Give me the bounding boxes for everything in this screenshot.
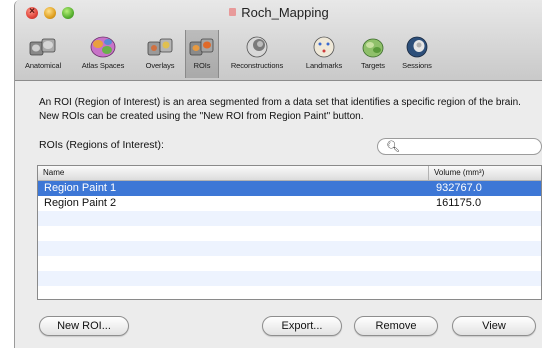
column-divider (428, 166, 429, 180)
empty-row (38, 211, 541, 226)
document-icon (229, 8, 237, 16)
table-header: Name Volume (mm³) (38, 166, 541, 181)
column-header-volume[interactable]: Volume (mm³) (434, 168, 484, 177)
tab-label: Overlays (145, 61, 175, 70)
roi-table[interactable]: Name Volume (mm³) Region Paint 1 932767.… (37, 165, 542, 300)
tab-overlays[interactable]: Overlays (137, 30, 183, 78)
column-header-name[interactable]: Name (43, 168, 64, 177)
rois-list-label: ROIs (Regions of Interest): (39, 139, 164, 151)
tab-targets[interactable]: Targets (353, 30, 393, 78)
export-button[interactable]: Export... (262, 316, 342, 336)
tab-label: Targets (361, 61, 385, 70)
table-row[interactable]: Region Paint 1 932767.0 (38, 181, 541, 196)
empty-row (38, 271, 541, 286)
tab-sessions[interactable]: Sessions (395, 30, 439, 78)
tab-rois[interactable]: ROIs (185, 30, 219, 78)
tab-landmarks[interactable]: Landmarks (297, 30, 351, 78)
tab-anatomical[interactable]: Anatomical (17, 30, 69, 78)
head-reconstruction-icon (246, 36, 268, 58)
view-button[interactable]: View (452, 316, 536, 336)
sessions-icon (406, 36, 428, 58)
toolbar: × Roch_Mapping Anatomical Atlas Spaces O… (15, 0, 542, 81)
tab-reconstructions[interactable]: Reconstructions (221, 30, 293, 78)
empty-row (38, 286, 541, 299)
empty-row (38, 241, 541, 256)
window-title-text: Roch_Mapping (241, 5, 329, 20)
search-icon: 🔍︎ (386, 141, 400, 153)
search-field[interactable]: 🔍︎ (377, 138, 542, 155)
targets-icon (362, 38, 384, 58)
tab-label: Anatomical (24, 61, 62, 70)
roi-name-cell: Region Paint 2 (44, 197, 117, 209)
remove-button[interactable]: Remove (354, 316, 438, 336)
tab-label: ROIs (193, 61, 211, 70)
roi-name-cell: Region Paint 1 (44, 182, 117, 194)
roi-icon (189, 38, 214, 56)
roi-volume-cell: 161175.0 (436, 197, 482, 209)
brain-slices-icon (29, 38, 56, 56)
window-title: Roch_Mapping (15, 5, 542, 20)
tab-label: Reconstructions (230, 61, 284, 70)
empty-row (38, 256, 541, 271)
overlays-icon (147, 38, 173, 56)
empty-row (38, 226, 541, 241)
rois-description: An ROI (Region of Interest) is an area s… (39, 97, 521, 122)
app-window: × Roch_Mapping Anatomical Atlas Spaces O… (14, 0, 542, 348)
tab-atlas-spaces[interactable]: Atlas Spaces (73, 30, 133, 78)
atlas-brain-icon (90, 36, 116, 58)
tab-label: Atlas Spaces (81, 61, 125, 70)
tab-label: Landmarks (305, 61, 343, 70)
tab-label: Sessions (402, 61, 432, 70)
roi-volume-cell: 932767.0 (436, 182, 482, 194)
new-roi-button[interactable]: New ROI... (39, 316, 129, 336)
head-landmarks-icon (313, 36, 335, 58)
table-row[interactable]: Region Paint 2 161175.0 (38, 196, 541, 211)
